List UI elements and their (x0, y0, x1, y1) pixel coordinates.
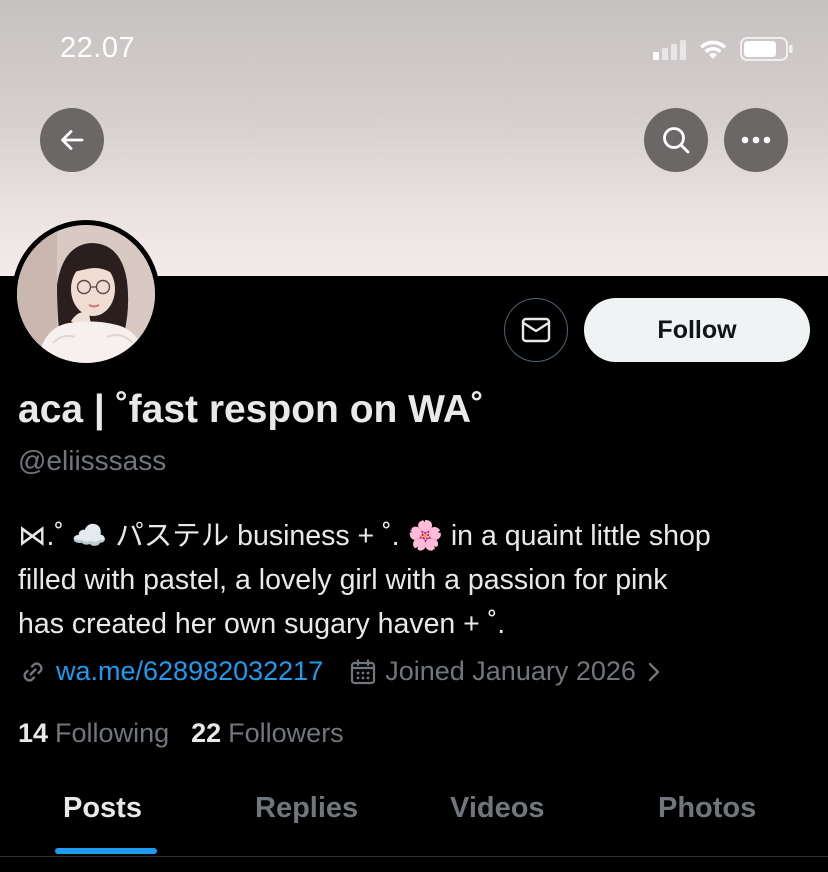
bio-line: filled with pastel, a lovely girl with a… (18, 564, 668, 596)
followers-label: Followers (228, 718, 344, 748)
avatar-portrait (17, 225, 155, 363)
message-button[interactable] (504, 298, 568, 362)
calendar-icon (351, 658, 376, 684)
profile-meta: wa.me/628982032217 Joined January 2026 (18, 656, 666, 687)
avatar-photo (17, 225, 155, 363)
tab-replies[interactable]: Replies (255, 792, 358, 825)
status-time: 22.07 (60, 32, 136, 64)
follow-stats: 14 Following 22 Followers (18, 718, 366, 749)
chevron-right-icon[interactable] (642, 658, 666, 686)
tab-videos[interactable]: Videos (450, 792, 545, 825)
cellular-signal-icon (653, 38, 686, 60)
profile-link[interactable]: wa.me/628982032217 (56, 656, 323, 687)
search-button[interactable] (644, 108, 708, 172)
more-icon (741, 136, 771, 144)
search-icon (663, 127, 690, 154)
display-name: aca | ˚fast respon on WA˚ (18, 388, 484, 431)
bio-line: has created her own sugary haven + ˚. (18, 608, 506, 640)
tab-photos[interactable]: Photos (658, 792, 756, 825)
bio: ⋈.˚ ☁️ パステル business + ˚. 🌸 in a quaint … (18, 514, 808, 646)
tab-divider (0, 856, 828, 857)
active-tab-indicator (55, 848, 157, 854)
tab-posts[interactable]: Posts (63, 792, 142, 825)
following-link[interactable]: 14 Following (18, 718, 169, 749)
arrow-left-icon (61, 130, 84, 150)
handle: @eliisssass (18, 445, 167, 476)
mail-icon (521, 317, 551, 343)
more-options-button[interactable] (724, 108, 788, 172)
link-icon (23, 662, 43, 681)
following-count: 14 (18, 718, 49, 748)
status-icons (653, 36, 794, 62)
avatar[interactable] (12, 220, 160, 368)
wifi-icon (700, 40, 726, 59)
back-button[interactable] (40, 108, 104, 172)
battery-icon (740, 37, 793, 61)
following-label: Following (55, 718, 170, 748)
profile-tabs: Posts Replies Videos Photos (0, 786, 828, 856)
follow-button[interactable]: Follow (584, 298, 810, 362)
bio-line: ⋈.˚ ☁️ パステル business + ˚. 🌸 in a quaint … (18, 520, 711, 552)
joined-date[interactable]: Joined January 2026 (385, 656, 636, 687)
followers-count: 22 (191, 718, 222, 748)
followers-link[interactable]: 22 Followers (191, 718, 344, 749)
